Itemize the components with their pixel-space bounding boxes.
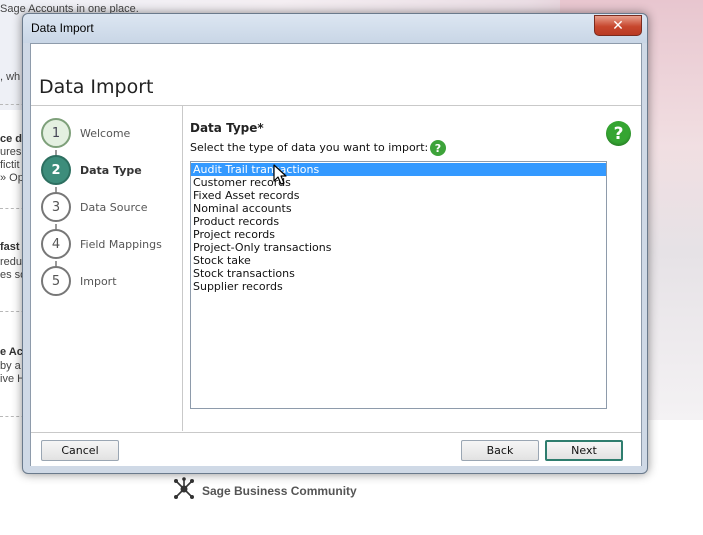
step-label: Data Type	[80, 163, 142, 177]
mouse-cursor-icon	[273, 164, 287, 185]
background-text: fictit	[0, 159, 20, 171]
field-description: Select the type of data you want to impo…	[190, 141, 429, 154]
field-title: Data Type*	[190, 121, 264, 135]
step-label: Field Mappings	[80, 237, 162, 251]
help-icon[interactable]: ?	[606, 121, 631, 146]
step-welcome: 1 Welcome	[41, 118, 130, 148]
back-button[interactable]: Back	[461, 440, 539, 461]
background-text: redu	[0, 256, 23, 268]
list-item[interactable]: Product records	[191, 215, 606, 228]
community-label: Sage Business Community	[202, 484, 357, 498]
list-item[interactable]: Customer records	[191, 176, 606, 189]
list-item[interactable]: Stock take	[191, 254, 606, 267]
close-icon: ✕	[612, 17, 624, 34]
step-label: Import	[80, 274, 117, 288]
list-item[interactable]: Fixed Asset records	[191, 189, 606, 202]
window-title: Data Import	[31, 21, 94, 35]
list-item[interactable]: Supplier records	[191, 280, 606, 293]
network-icon	[172, 477, 196, 505]
list-item[interactable]: Project-Only transactions	[191, 241, 606, 254]
step-field-mappings: 4 Field Mappings	[41, 229, 162, 259]
step-label: Welcome	[80, 126, 131, 140]
step-import: 5 Import	[41, 266, 117, 296]
cancel-button[interactable]: Cancel	[41, 440, 119, 461]
background-text: ures	[0, 146, 22, 158]
data-type-panel: Data Type* Select the type of data you w…	[183, 106, 641, 431]
list-item[interactable]: Stock transactions	[191, 267, 606, 280]
step-label: Data Source	[80, 200, 148, 214]
background-text: , wh	[0, 71, 21, 83]
help-icon[interactable]: ?	[430, 140, 446, 156]
step-number: 5	[41, 266, 71, 296]
list-item[interactable]: Audit Trail transactions	[191, 163, 606, 176]
background-heading: fast	[0, 241, 20, 253]
wizard-steps: 1 Welcome 2 Data Type 3 Data Source 4 Fi…	[31, 106, 183, 431]
background-text: by a	[0, 360, 21, 372]
page-title: Data Import	[39, 76, 154, 98]
title-bar[interactable]: Data Import ✕	[23, 14, 647, 43]
data-type-listbox[interactable]: Audit Trail transactions Customer record…	[190, 161, 607, 409]
step-number: 3	[41, 192, 71, 222]
dialog-body: Data Import 1 Welcome 2 Data Type 3 Data…	[30, 43, 642, 466]
community-link[interactable]: Sage Business Community	[172, 477, 357, 505]
next-button[interactable]: Next	[545, 440, 623, 461]
wizard-header: Data Import	[31, 44, 641, 106]
step-number: 4	[41, 229, 71, 259]
background-link[interactable]: » Op	[0, 172, 24, 184]
close-button[interactable]: ✕	[594, 15, 642, 36]
data-import-dialog: Data Import ✕ Data Import 1 Welcome 2 Da…	[22, 13, 648, 474]
list-item[interactable]: Project records	[191, 228, 606, 241]
step-number: 1	[41, 118, 71, 148]
wizard-footer: Cancel Back Next	[31, 432, 641, 466]
background-heading: ce d	[0, 133, 23, 145]
list-item[interactable]: Nominal accounts	[191, 202, 606, 215]
step-number: 2	[41, 155, 71, 185]
step-data-source: 3 Data Source	[41, 192, 148, 222]
step-data-type: 2 Data Type	[41, 155, 142, 185]
